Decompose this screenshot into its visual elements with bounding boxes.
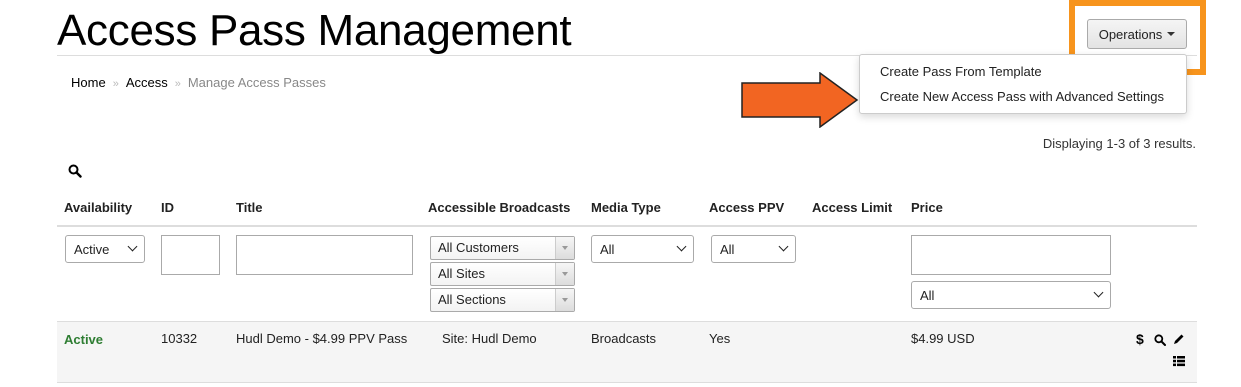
col-access-limit[interactable]: Access Limit <box>812 200 892 215</box>
col-price[interactable]: Price <box>911 200 943 215</box>
sections-filter[interactable]: All Sections <box>430 288 575 312</box>
col-accessible-broadcasts[interactable]: Accessible Broadcasts <box>428 200 570 215</box>
price-filter-input[interactable] <box>911 235 1111 275</box>
menu-item-create-advanced[interactable]: Create New Access Pass with Advanced Set… <box>880 89 1164 104</box>
chevron-down-icon <box>676 241 687 252</box>
sites-filter-value: All Sites <box>438 266 485 281</box>
price-filter-select-value: All <box>920 287 935 303</box>
row-access-ppv: Yes <box>709 331 731 346</box>
breadcrumb-current: Manage Access Passes <box>187 75 326 90</box>
title-filter-input[interactable] <box>236 235 413 275</box>
media-type-filter-value: All <box>600 241 615 257</box>
page-title: Access Pass Management <box>57 6 572 55</box>
pencil-icon[interactable] <box>1173 333 1185 345</box>
access-ppv-filter-value: All <box>720 241 735 257</box>
operations-button[interactable]: Operations <box>1087 19 1187 49</box>
dropdown-arrow-icon <box>555 289 574 311</box>
operations-label: Operations <box>1098 26 1163 42</box>
header-divider <box>57 225 1197 227</box>
col-access-ppv[interactable]: Access PPV <box>709 200 784 215</box>
list-icon[interactable] <box>1173 355 1185 367</box>
search-icon[interactable] <box>68 164 82 178</box>
breadcrumb-home[interactable]: Home <box>71 75 106 90</box>
row-broadcasts: Site: Hudl Demo <box>442 331 537 346</box>
availability-filter[interactable]: Active <box>65 235 145 263</box>
access-ppv-filter[interactable]: All <box>711 235 796 263</box>
dropdown-arrow-icon <box>555 237 574 259</box>
breadcrumb-access[interactable]: Access <box>126 75 168 90</box>
row-title: Hudl Demo - $4.99 PPV Pass <box>236 331 408 346</box>
chevron-down-icon <box>127 241 138 252</box>
dollar-icon[interactable]: $ <box>1136 331 1144 347</box>
customers-filter[interactable]: All Customers <box>430 236 575 260</box>
customers-filter-value: All Customers <box>438 240 519 255</box>
search-icon[interactable] <box>1154 334 1166 346</box>
col-title[interactable]: Title <box>236 200 263 215</box>
col-id[interactable]: ID <box>161 200 174 215</box>
id-filter-input[interactable] <box>161 235 220 275</box>
sections-filter-value: All Sections <box>438 292 506 307</box>
col-availability[interactable]: Availability <box>64 200 132 215</box>
row-media-type: Broadcasts <box>591 331 657 346</box>
sites-filter[interactable]: All Sites <box>430 262 575 286</box>
chevron-down-icon <box>1093 287 1104 298</box>
menu-item-create-from-template[interactable]: Create Pass From Template <box>880 64 1042 79</box>
dropdown-arrow-icon <box>555 263 574 285</box>
col-media-type[interactable]: Media Type <box>591 200 661 215</box>
price-filter-select[interactable]: All <box>911 281 1111 309</box>
media-type-filter[interactable]: All <box>591 235 694 263</box>
arrow-pointer-icon <box>741 72 859 128</box>
results-summary: Displaying 1-3 of 3 results. <box>1042 136 1196 151</box>
availability-filter-value: Active <box>74 241 110 257</box>
operations-menu: Create Pass From Template Create New Acc… <box>859 54 1187 114</box>
row-price: $4.99 USD <box>911 331 975 346</box>
breadcrumb-separator: » <box>112 78 119 90</box>
breadcrumb: Home » Access » Manage Access Passes <box>71 75 326 90</box>
breadcrumb-separator: » <box>174 78 181 90</box>
row-id: 10332 <box>161 331 198 346</box>
row-availability: Active <box>64 332 104 347</box>
caret-down-icon <box>1167 32 1176 36</box>
chevron-down-icon <box>778 241 789 252</box>
